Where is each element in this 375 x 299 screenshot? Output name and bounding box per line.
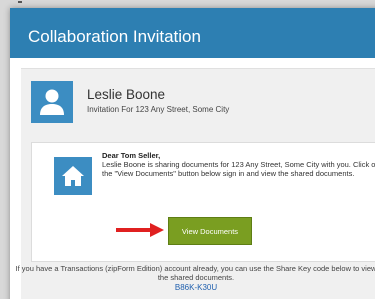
message-greeting: Dear Tom Seller, bbox=[102, 151, 161, 160]
share-key-link[interactable]: B86K-K30U bbox=[10, 283, 375, 292]
home-icon bbox=[54, 157, 92, 195]
message-card: Dear Tom Seller, Leslie Boone is sharing… bbox=[31, 142, 375, 262]
invitation-subtitle: Invitation For 123 Any Street, Some City bbox=[87, 105, 230, 114]
dialog-header: Collaboration Invitation bbox=[10, 8, 375, 58]
arrow-right-icon bbox=[116, 223, 164, 237]
user-icon bbox=[31, 81, 73, 123]
dialog-content: Leslie Boone Invitation For 123 Any Stre… bbox=[16, 68, 375, 299]
sender-name: Leslie Boone bbox=[87, 87, 166, 102]
share-key-instructions: If you have a Transactions (zipForm Edit… bbox=[15, 264, 375, 282]
window-edge-mark bbox=[18, 1, 22, 3]
sender-profile: Leslie Boone Invitation For 123 Any Stre… bbox=[21, 81, 375, 125]
collaboration-invitation-dialog: Collaboration Invitation Leslie Boone In… bbox=[10, 8, 375, 299]
view-documents-button[interactable]: View Documents bbox=[168, 217, 252, 245]
dialog-title: Collaboration Invitation bbox=[28, 27, 201, 46]
message-body: Leslie Boone is sharing documents for 12… bbox=[102, 160, 375, 178]
